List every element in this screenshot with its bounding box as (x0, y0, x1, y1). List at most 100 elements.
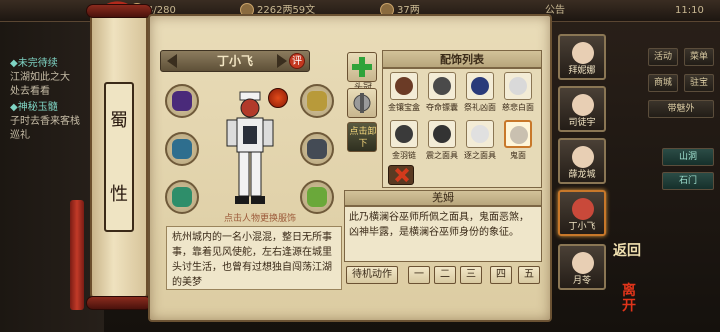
portrait-name: 拜妮娜 (568, 66, 596, 76)
activity-button[interactable]: 活动 (648, 48, 678, 66)
log-line: 江湖如此之大 (10, 72, 70, 83)
character-name: 丁小飞 (216, 54, 253, 68)
face-icon (572, 252, 594, 274)
equip-slot[interactable] (165, 180, 199, 214)
cave-button[interactable]: 山洞 (662, 148, 714, 166)
scroll-item-icon (307, 91, 327, 111)
equip-slot[interactable] (165, 84, 199, 118)
accessory-item[interactable]: 逐之面具 (462, 120, 498, 168)
equip-slot[interactable] (165, 132, 199, 166)
idle-action-button[interactable]: 二 (434, 266, 456, 284)
idle-action-button[interactable]: 一 (408, 266, 430, 284)
accessory-detail-title: 羌姆 (344, 190, 542, 206)
character-figure[interactable] (215, 90, 285, 210)
idle-action-button[interactable]: 三 (460, 266, 482, 284)
rate-badge[interactable]: 评 (289, 53, 305, 69)
headwear-tab[interactable]: 头冠 (347, 52, 377, 93)
scroll-cap-bottom (86, 296, 152, 310)
equip-slot[interactable] (300, 180, 334, 214)
character-name-banner: 丁小飞 (160, 50, 310, 72)
unequip-label: 点击卸下 (349, 127, 377, 149)
mask-icon (471, 77, 489, 95)
log-line: 巡礼 (10, 130, 30, 141)
gear-tool-icon (353, 93, 371, 113)
left-leg-shape (238, 151, 250, 197)
accessory-item[interactable]: 慈悲白面 (500, 72, 536, 120)
unequip-button[interactable]: 点击卸下 (347, 122, 377, 152)
accessory-name: 慈悲白面 (502, 103, 534, 112)
accessory-name: 夺命镖囊 (426, 103, 458, 112)
accessory-item[interactable]: 金羽链 (386, 120, 422, 168)
party-portraits: 拜妮娜 司徒宇 薛龙城 丁小飞 月苓 (556, 34, 608, 324)
accessory-name: 鬼面 (510, 151, 526, 160)
armguard-icon (172, 91, 192, 111)
accessory-icon-frame (390, 72, 418, 100)
remove-accessory-icon[interactable] (388, 165, 414, 185)
return-button[interactable]: 返回 (612, 242, 642, 282)
portrait-name: 司徒宇 (568, 118, 596, 128)
right-boot-shape (251, 196, 265, 204)
accessory-icon-frame (428, 72, 456, 100)
ring-icon (172, 187, 192, 207)
face-icon (572, 94, 594, 116)
region-title-plaque: 蜀 性 (104, 82, 134, 232)
accessory-name: 祭礼凶面 (464, 103, 496, 112)
shop-button[interactable]: 商城 (648, 74, 678, 92)
plus-icon (352, 57, 372, 77)
treasure-button[interactable]: 驻宝 (684, 74, 714, 92)
idle-action-button[interactable]: 四 (490, 266, 512, 284)
tool-tab[interactable] (347, 88, 377, 118)
log-line: 子时去香来客栈 (10, 116, 80, 127)
portrait[interactable]: 薛龙城 (558, 138, 606, 184)
log-line: ◆未完待续 (10, 58, 58, 69)
follower-button[interactable]: 带魅外 (648, 100, 714, 118)
accessory-item[interactable]: 震之面具 (424, 120, 460, 168)
portrait-name: 薛龙城 (568, 170, 596, 180)
idle-action-label: 待机动作 (346, 266, 398, 284)
portrait[interactable]: 月苓 (558, 244, 606, 290)
accessory-icon-frame (428, 120, 456, 148)
accessory-item[interactable]: 鬼面 (500, 120, 536, 168)
accessory-icon-frame (390, 120, 418, 148)
game-screen: 4/280 2262两59文 37两 公告 11:10 ◆未完待续 江湖如此之大… (0, 0, 720, 332)
portrait[interactable]: 拜妮娜 (558, 34, 606, 80)
mask-icon (433, 77, 451, 95)
leave-button[interactable]: 离开 (616, 284, 642, 314)
equip-slot[interactable] (300, 84, 334, 118)
equip-slot[interactable] (300, 132, 334, 166)
stone-gate-button[interactable]: 石门 (662, 172, 714, 190)
region-char: 性 (110, 184, 128, 205)
portrait-active[interactable]: 丁小飞 (558, 190, 606, 236)
mask-icon (510, 126, 528, 144)
mask-icon (433, 125, 451, 143)
accessory-name: 震之面具 (426, 151, 458, 160)
armor-icon (307, 139, 327, 159)
accessory-name: 逐之面具 (464, 151, 496, 160)
scroll-cap-top (86, 4, 152, 18)
mask-face-icon (572, 198, 594, 220)
left-arm-shape (226, 119, 238, 147)
vest-shape (243, 126, 257, 144)
accessory-icon-frame (504, 120, 532, 148)
accessory-detail-body: 此乃横澜谷巫师所佩之面具，鬼面恶煞，凶神毕露，是横澜谷巫师身份的象征。 (344, 206, 542, 262)
accessory-icon-frame (504, 72, 532, 100)
accessory-item[interactable]: 祭礼凶面 (462, 72, 498, 120)
face-icon (572, 42, 594, 64)
menu-button[interactable]: 菜单 (684, 48, 714, 66)
prev-arrow-icon[interactable] (167, 54, 177, 68)
portrait[interactable]: 司徒宇 (558, 86, 606, 132)
accessory-icon-frame (466, 120, 494, 148)
idle-action-button[interactable]: 五 (518, 266, 540, 284)
accessory-name: 金羽链 (392, 151, 416, 160)
crown-icon (172, 139, 192, 159)
next-arrow-icon[interactable] (277, 54, 287, 68)
accessory-list-title: 配饰列表 (382, 50, 542, 68)
region-char: 蜀 (110, 110, 128, 131)
left-boot-shape (235, 196, 249, 204)
log-line: 处去看看 (10, 86, 50, 97)
right-leg-shape (250, 151, 262, 197)
accessory-item[interactable]: 夺命镖囊 (424, 72, 460, 120)
accessory-item[interactable]: 金镶宝盒 (386, 72, 422, 120)
quest-log[interactable]: ◆未完待续 江湖如此之大 处去看看 ◆神秘玉髓 子时去香来客栈 巡礼 (0, 22, 104, 332)
face-icon (572, 146, 594, 168)
